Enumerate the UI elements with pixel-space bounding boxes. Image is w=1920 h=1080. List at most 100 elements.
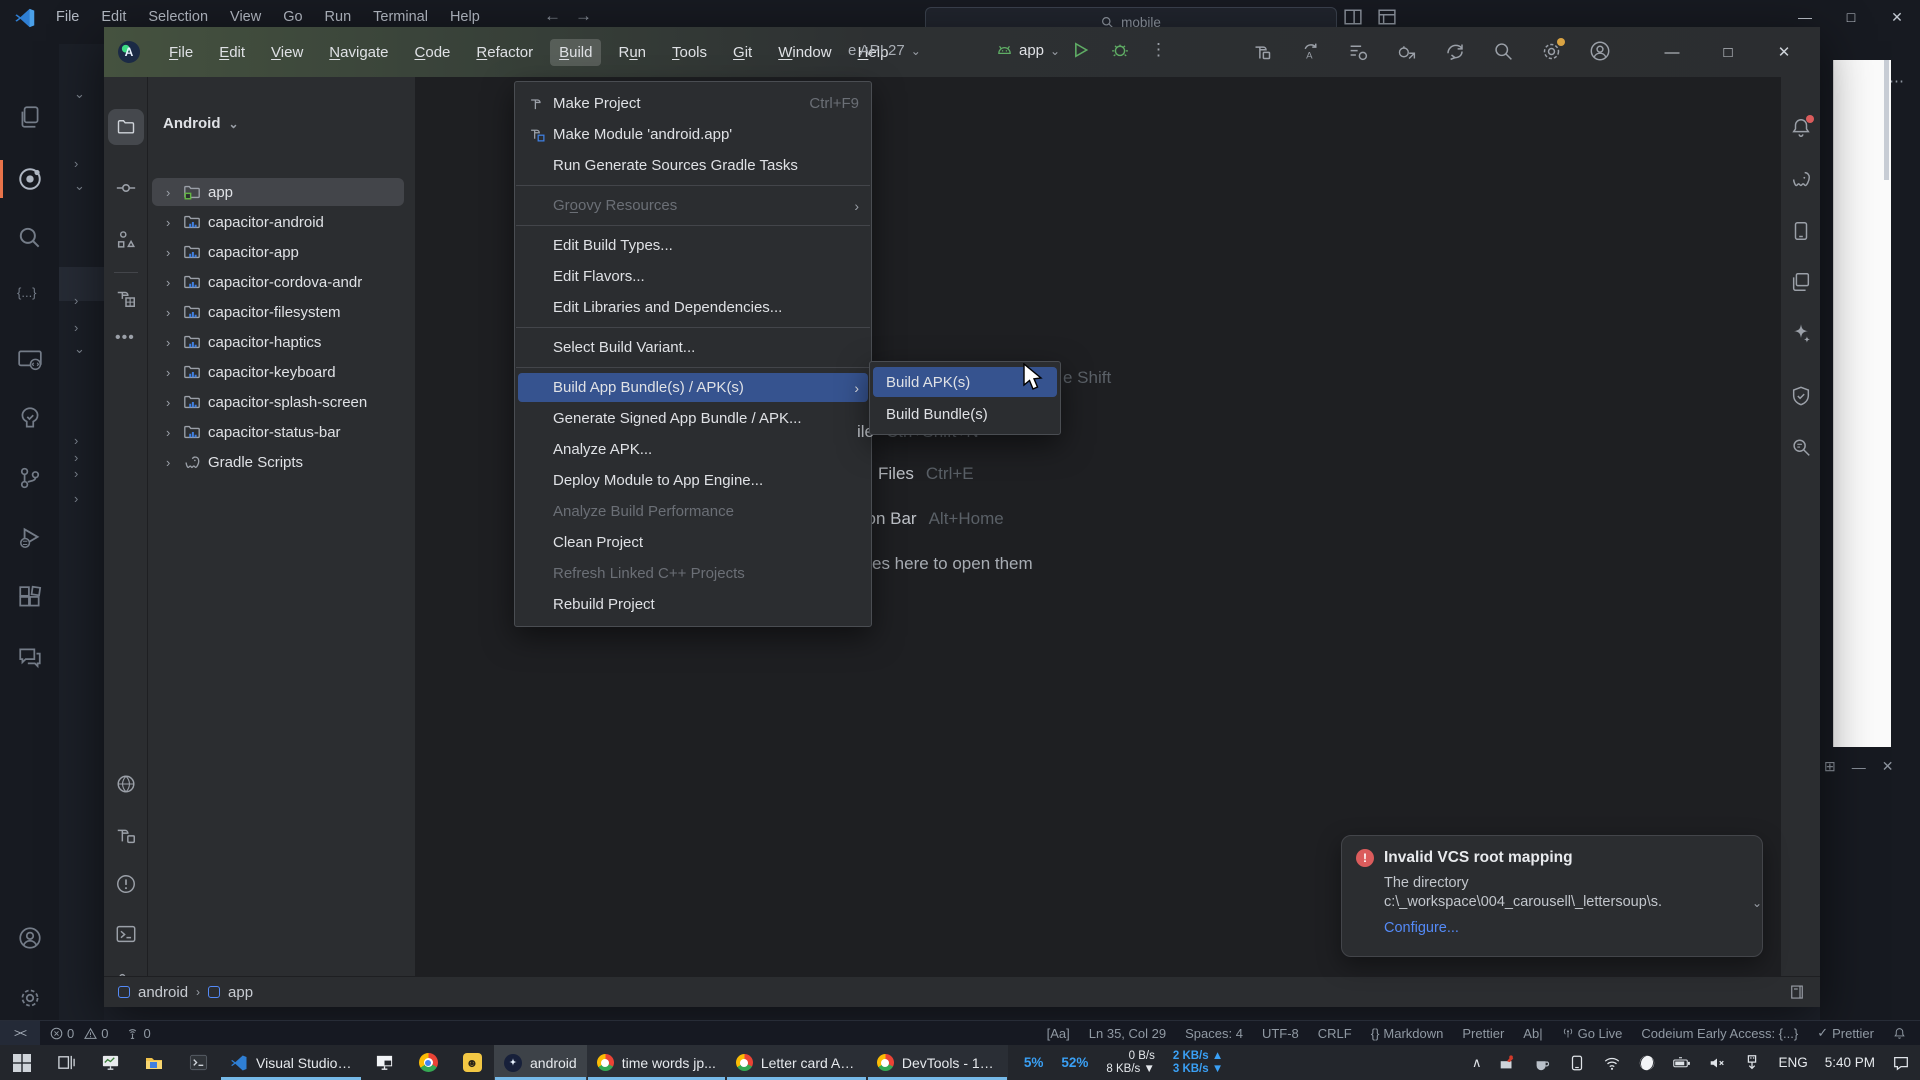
studio-close-button[interactable]: ✕	[1756, 43, 1812, 61]
build-toolwindow-button[interactable]	[115, 287, 137, 309]
warnings-indicator[interactable]: 0	[84, 1026, 108, 1041]
prettier-check[interactable]: ✓ Prettier	[1817, 1025, 1874, 1041]
vscode-menu-selection[interactable]: Selection	[148, 9, 208, 25]
account-icon[interactable]	[17, 925, 43, 951]
expand-icon[interactable]: ›	[166, 365, 176, 380]
split-editor-icon[interactable]	[1344, 8, 1362, 26]
menu-item-edit-flavors[interactable]: Edit Flavors...	[515, 261, 871, 292]
build-project-icon[interactable]	[1252, 41, 1273, 62]
menu-item-select-build-variant[interactable]: Select Build Variant...	[515, 332, 871, 363]
network-speed[interactable]: 2 KB/s ▲ 3 KB/s ▼	[1173, 1050, 1223, 1076]
vscode-menu-edit[interactable]: Edit	[101, 9, 126, 25]
tree-row-capacitor-android[interactable]: › capacitor-android	[148, 207, 416, 237]
studio-maximize-button[interactable]: □	[1700, 44, 1756, 61]
project-toolwindow-button[interactable]	[108, 109, 144, 145]
menu-code[interactable]: Code	[406, 39, 460, 66]
battery-tray-icon[interactable]	[1673, 1054, 1691, 1072]
menu-item-deploy-app-engine[interactable]: Deploy Module to App Engine...	[515, 465, 871, 496]
run-debug-icon[interactable]	[17, 525, 43, 551]
gemini-assistant-button[interactable]	[1790, 322, 1812, 344]
expand-icon[interactable]: ›	[166, 395, 176, 410]
taskbar-vscode[interactable]: Visual Studio ...	[220, 1045, 362, 1080]
tray-expand-icon[interactable]: ∧	[1472, 1055, 1482, 1071]
swirl-tray-icon[interactable]	[1638, 1054, 1656, 1072]
fold-icon[interactable]: ⌄	[74, 341, 85, 357]
cpu-usage[interactable]: 5%	[1024, 1055, 1044, 1070]
fold-icon[interactable]: ›	[74, 466, 78, 481]
tree-row-capacitor-keyboard[interactable]: › capacitor-keyboard	[148, 357, 416, 387]
fold-icon[interactable]: ›	[74, 433, 78, 448]
encoding[interactable]: UTF-8	[1262, 1026, 1299, 1041]
search-everywhere-icon[interactable]	[1493, 41, 1514, 62]
menu-item-build-bundles[interactable]: Build Bundle(s)	[870, 398, 1060, 430]
fold-icon[interactable]: ⌄	[74, 86, 85, 102]
expand-icon[interactable]: ›	[166, 425, 176, 440]
abl-indicator[interactable]: Ab|	[1523, 1026, 1542, 1041]
formatter-prettier[interactable]: Prettier	[1462, 1026, 1504, 1041]
device-tray-icon[interactable]	[1568, 1054, 1586, 1072]
braces-extension-icon[interactable]: {...}	[17, 285, 37, 311]
usb-tray-icon[interactable]	[1743, 1054, 1761, 1072]
tree-row-capacitor-splash-screen[interactable]: › capacitor-splash-screen	[148, 387, 416, 417]
ionic-icon[interactable]	[17, 166, 43, 192]
fold-icon[interactable]: ›	[74, 156, 78, 171]
taskbar-chrome-devtools[interactable]: DevTools - 19...	[867, 1045, 1008, 1080]
layout-icon[interactable]	[1378, 8, 1396, 26]
menu-view[interactable]: View	[262, 39, 312, 66]
volume-muted-tray-icon[interactable]	[1708, 1054, 1726, 1072]
file-explorer-icon[interactable]	[132, 1045, 176, 1080]
fold-icon[interactable]: ⌄	[74, 178, 85, 194]
vscode-menu-view[interactable]: View	[230, 9, 261, 25]
vscode-menu-terminal[interactable]: Terminal	[373, 9, 428, 25]
menu-tools[interactable]: Tools	[663, 39, 716, 66]
task-view-button[interactable]	[44, 1045, 88, 1080]
todo-tree-icon[interactable]	[17, 405, 43, 431]
tree-row-capacitor-status-bar[interactable]: › capacitor-status-bar	[148, 417, 416, 447]
tree-row-capacitor-filesystem[interactable]: › capacitor-filesystem	[148, 297, 416, 327]
eol-sequence[interactable]: CRLF	[1318, 1026, 1352, 1041]
find-toolwindow-button[interactable]	[1790, 437, 1812, 459]
settings-gear-icon[interactable]	[17, 985, 43, 1011]
performance-monitor-icon[interactable]	[88, 1045, 132, 1080]
app-quality-insights-button[interactable]	[1790, 385, 1812, 407]
language-mode[interactable]: {} Markdown	[1371, 1026, 1444, 1041]
menu-item-generate-signed-bundle[interactable]: Generate Signed App Bundle / APK...	[515, 403, 871, 434]
errors-indicator[interactable]: 0	[50, 1026, 74, 1041]
notifications-button[interactable]	[1790, 117, 1812, 139]
menu-item-rebuild-project[interactable]: Rebuild Project	[515, 589, 871, 620]
menu-build[interactable]: Build	[550, 39, 601, 66]
extensions-icon[interactable]	[17, 585, 43, 611]
problems-button[interactable]	[115, 873, 137, 895]
vscode-maximize-button[interactable]: □	[1828, 0, 1874, 34]
menu-window[interactable]: Window	[769, 39, 840, 66]
panel-grid-icon[interactable]: ⊞	[1824, 758, 1836, 775]
gradle-toolwindow-button[interactable]	[1790, 169, 1812, 191]
bookmark-icon[interactable]	[1788, 983, 1806, 1001]
attach-debugger-icon[interactable]	[1396, 41, 1417, 62]
profile-avatar-icon[interactable]	[1589, 40, 1611, 62]
forward-icon[interactable]: →	[575, 6, 592, 26]
cursor-position[interactable]: Ln 35, Col 29	[1089, 1026, 1166, 1041]
expand-icon[interactable]: ›	[166, 245, 176, 260]
fold-icon[interactable]: ›	[74, 491, 78, 506]
action-center-icon[interactable]	[1892, 1054, 1910, 1072]
more-actions-icon[interactable]: ⋮	[1150, 40, 1167, 60]
expand-notification-icon[interactable]: ⌄	[1752, 894, 1762, 913]
vscode-close-button[interactable]: ✕	[1874, 0, 1920, 34]
autohotkey-tray-icon[interactable]	[1498, 1054, 1516, 1072]
scrollbar-thumb[interactable]	[1884, 60, 1889, 180]
codeium-status[interactable]: Codeium Early Access: {...}	[1641, 1026, 1798, 1041]
fold-icon[interactable]: ›	[74, 450, 78, 465]
vscode-menu-file[interactable]: File	[56, 9, 79, 25]
menu-navigate[interactable]: Navigate	[320, 39, 397, 66]
device-selector[interactable]: e API 27 ⌄	[848, 42, 921, 59]
panel-dash-icon[interactable]: —	[1852, 759, 1866, 775]
vcs-notification[interactable]: ! Invalid VCS root mapping The directory…	[1341, 835, 1763, 957]
java-cup-tray-icon[interactable]	[1533, 1054, 1551, 1072]
profiler-icon[interactable]	[1348, 41, 1369, 62]
wifi-tray-icon[interactable]	[1603, 1054, 1621, 1072]
start-button[interactable]	[0, 1045, 44, 1080]
breadcrumb-android[interactable]: android	[138, 984, 188, 1001]
menu-item-make-project[interactable]: Make Project Ctrl+F9	[515, 88, 871, 119]
expand-icon[interactable]: ›	[166, 335, 176, 350]
